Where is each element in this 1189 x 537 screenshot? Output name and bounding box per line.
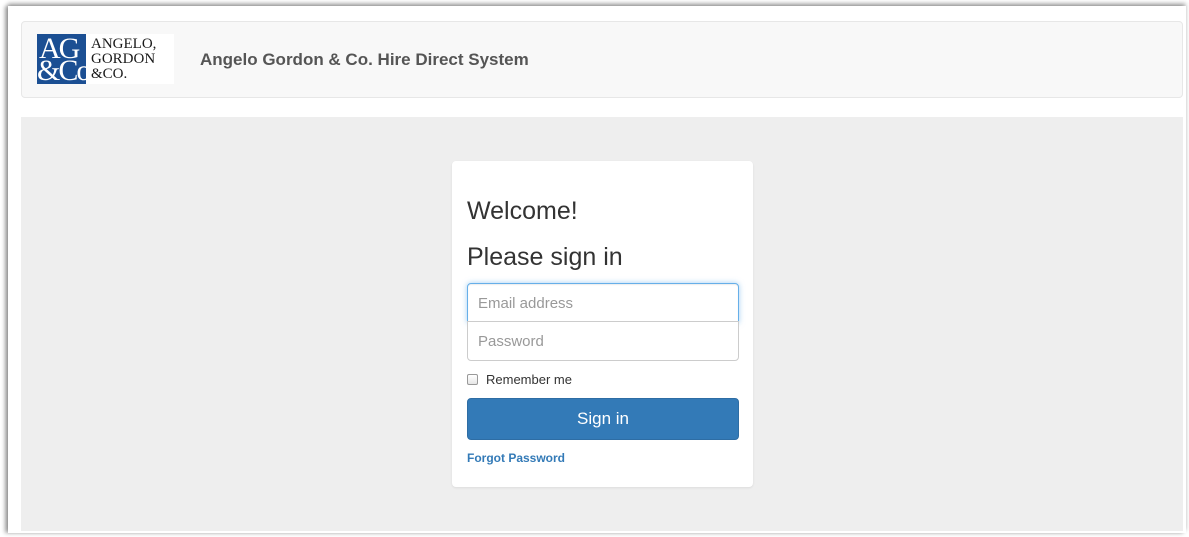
brand-title[interactable]: Angelo Gordon & Co. Hire Direct System xyxy=(200,50,529,70)
login-card: Welcome! Please sign in Remember me Sign… xyxy=(452,161,753,487)
top-navbar: AG &Co ANGELO, GORDON &CO. Angelo Gordon… xyxy=(21,21,1183,98)
welcome-heading: Welcome! xyxy=(467,197,578,225)
logo-mark-line-2: &Co xyxy=(37,54,91,87)
password-input[interactable] xyxy=(467,321,739,361)
sign-in-heading: Please sign in xyxy=(467,243,623,271)
remember-me-checkbox[interactable] xyxy=(467,374,478,385)
company-logo[interactable]: AG &Co ANGELO, GORDON &CO. xyxy=(37,32,174,87)
forgot-password-link[interactable]: Forgot Password xyxy=(467,451,565,465)
logo-text-line-1: ANGELO, xyxy=(91,36,157,52)
logo-mark: AG &Co xyxy=(37,32,91,87)
logo-text-line-2: GORDON xyxy=(91,51,156,67)
logo-text-line-3: &CO. xyxy=(91,66,128,82)
remember-me-label: Remember me xyxy=(486,372,572,387)
sign-in-button[interactable]: Sign in xyxy=(467,398,739,440)
email-input[interactable] xyxy=(467,283,739,323)
main-content: Welcome! Please sign in Remember me Sign… xyxy=(21,117,1183,531)
logo-wordmark: ANGELO, GORDON &CO. xyxy=(86,34,174,84)
remember-me[interactable]: Remember me xyxy=(467,372,572,387)
